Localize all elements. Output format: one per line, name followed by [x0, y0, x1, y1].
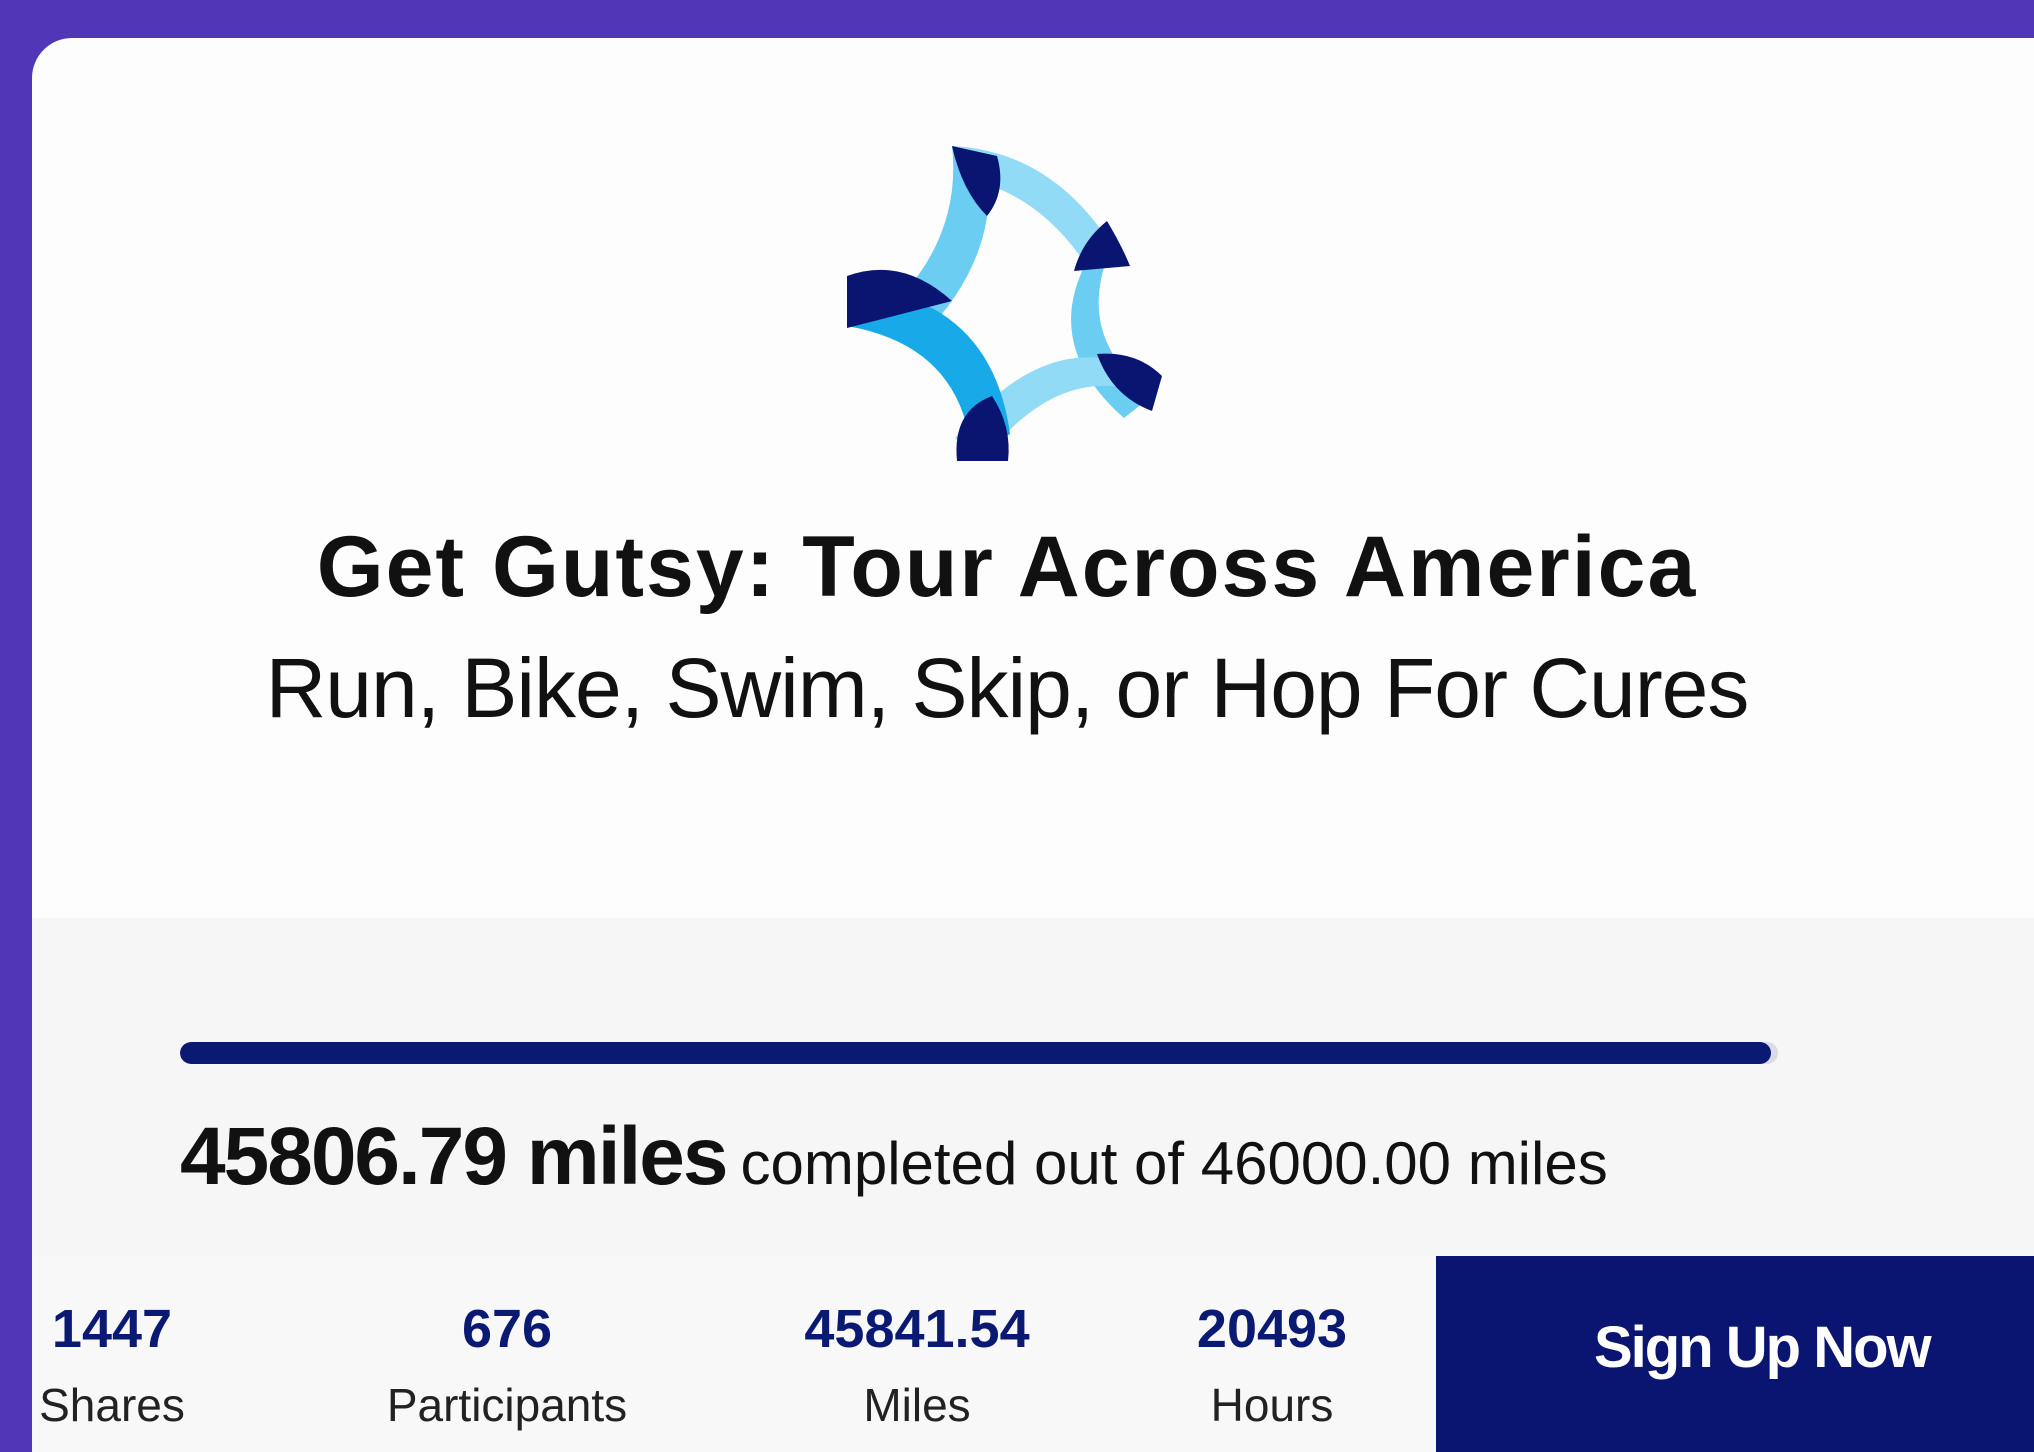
campaign-card: Get Gutsy: Tour Across America Run, Bike…	[32, 38, 2034, 1452]
stat-value: 45841.54	[804, 1299, 1030, 1359]
stat-label: Participants	[386, 1379, 628, 1431]
stat-label: Miles	[863, 1379, 971, 1431]
progress-bar-fill	[180, 1042, 1772, 1064]
stat-value: 1447	[51, 1299, 173, 1359]
stat-value: 20493	[1196, 1299, 1348, 1359]
progress-summary: 45806.79 miles completed out of 46000.00 …	[180, 1110, 1608, 1204]
miles-completed: 45806.79 miles	[180, 1111, 728, 1202]
sign-up-button[interactable]: Sign Up Now	[1436, 1256, 2034, 1452]
stat-label: Hours	[1210, 1379, 1334, 1431]
progress-section: 45806.79 miles completed out of 46000.00 …	[32, 918, 2034, 1288]
page-subtitle: Run, Bike, Swim, Skip, or Hop For Cures	[265, 641, 1750, 735]
stat-miles: 45841.54 Miles	[767, 1256, 1067, 1432]
stat-value: 676	[461, 1299, 553, 1359]
stat-label: Shares	[39, 1379, 185, 1431]
progress-bar	[180, 1042, 1778, 1064]
swirl-star-logo-icon	[847, 146, 1162, 461]
stat-shares: 1447 Shares	[32, 1256, 192, 1432]
miles-goal: completed out of 46000.00 miles	[740, 1130, 1608, 1197]
stat-hours: 20493 Hours	[1142, 1256, 1402, 1432]
stat-participants: 676 Participants	[337, 1256, 677, 1432]
page-title: Get Gutsy: Tour Across America	[316, 519, 1698, 615]
